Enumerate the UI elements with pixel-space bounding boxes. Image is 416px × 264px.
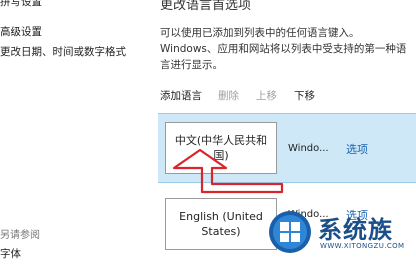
cropped-link[interactable]: 拼写设置 [0,0,42,9]
change-date-time-format-link[interactable]: 更改日期、时间或数字格式 [0,44,126,59]
left-pane: 拼写设置 高级设置 更改日期、时间或数字格式 另请参阅 字体 [0,0,150,264]
move-down-button[interactable]: 下移 [294,88,315,103]
options-link[interactable]: 选项 [346,141,368,157]
remove-button[interactable]: 删除 [218,88,239,103]
page-description: 可以使用已添加到列表中的任何语言键入。 Windows、应用和网站将以列表中受支… [160,27,407,71]
watermark: 系统族 WWW.XITONGZU.COM [262,206,416,264]
watermark-brand: 系统族 [318,216,393,244]
watermark-url: WWW.XITONGZU.COM [320,242,405,250]
advanced-settings-link[interactable]: 高级设置 [0,24,42,39]
add-language-button[interactable]: 添加语言 [160,88,202,103]
red-arrow-annotation [172,148,284,194]
language-name-box[interactable]: English (United States) [165,198,277,250]
watermark-logo-icon [269,211,311,253]
page-title: 更改语言首选项 [160,0,252,13]
move-up-button[interactable]: 上移 [256,88,277,103]
fonts-link[interactable]: 字体 [0,246,21,261]
windows-display-status: Windo... [288,143,329,154]
see-also-title: 另请参阅 [0,230,40,241]
